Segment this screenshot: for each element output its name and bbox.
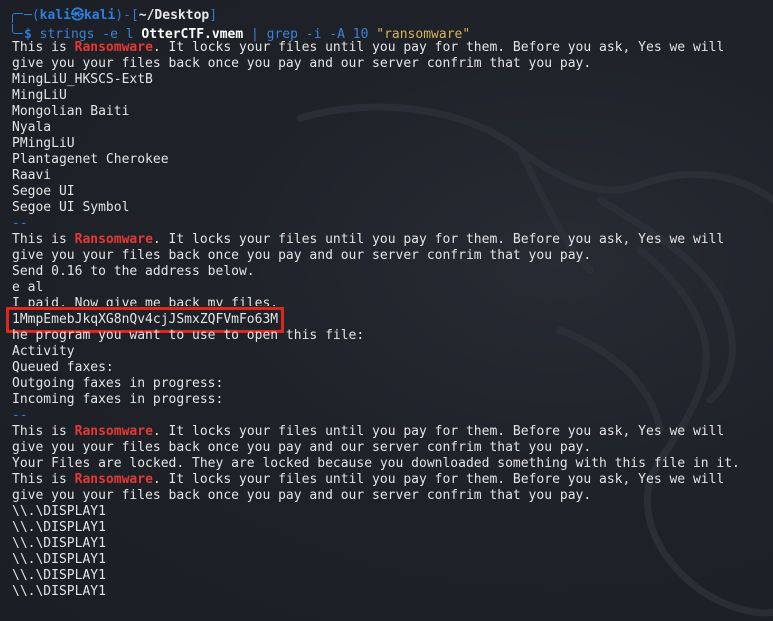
output-line: Activity: [12, 344, 75, 359]
match-separator: --: [12, 216, 28, 231]
ransomware-highlight: Ransomware: [74, 424, 153, 439]
output-line: Segoe UI Symbol: [12, 200, 130, 215]
output-line: Segoe UI: [12, 184, 75, 199]
output-line: \\.\DISPLAY1: [12, 552, 106, 567]
output-line: Your Files are locked. They are locked b…: [12, 456, 740, 471]
output-line: give you your files back once you pay an…: [12, 440, 592, 455]
output-line: \\.\DISPLAY1: [12, 520, 106, 535]
output-line: Queued faxes:: [12, 360, 114, 375]
output-line: MingLiU: [12, 88, 67, 103]
terminal-window[interactable]: ─(kali㉿kali)-[~/Desktop] $ strings -e l …: [0, 0, 773, 621]
output-line: \\.\DISPLAY1: [12, 584, 106, 599]
ransomware-highlight: Ransomware: [74, 472, 153, 487]
output-line: I paid, Now give me back my files.: [12, 296, 279, 306]
prompt-header: ─(kali㉿kali)-[~/Desktop]: [12, 8, 773, 24]
output-line: give you your files back once you pay an…: [12, 248, 592, 263]
output-line: Incoming faxes in progress:: [12, 392, 224, 407]
output-line: Send 0.16 to the address below.: [12, 264, 255, 279]
output-line: This is Ransomware. It locks your files …: [12, 232, 725, 247]
output-line: give you your files back once you pay an…: [12, 56, 592, 71]
output-line: \\.\DISPLAY1: [12, 504, 106, 519]
prompt-user: kali: [39, 8, 71, 23]
bitcoin-address-highlight-box[interactable]: 1MmpEmebJkqXG8nQv4cjJSmxZQFVmFo63M: [5, 307, 285, 333]
output-line: \\.\DISPLAY1: [12, 568, 106, 583]
command-line[interactable]: $ strings -e l OtterCTF.vmem | grep -i -…: [12, 24, 773, 42]
output-line: give you your files back once you pay an…: [12, 488, 592, 503]
output-line: Raavi: [12, 168, 52, 183]
output-line: PMingLiU: [12, 136, 75, 151]
ransomware-highlight: Ransomware: [74, 232, 153, 247]
output-line: Outgoing faxes in progress:: [12, 376, 224, 391]
output-line: e al: [12, 280, 44, 295]
prompt-path: ~/Desktop: [138, 8, 210, 23]
output-line: This is Ransomware. It locks your files …: [12, 472, 725, 487]
prompt-at-symbol: ㉿: [70, 8, 84, 23]
prompt-host: kali: [83, 8, 116, 23]
output-line: Nyala: [12, 120, 52, 135]
ransomware-highlight: Ransomware: [74, 40, 153, 55]
prompt-corner-bottom: [12, 24, 23, 34]
output-line: he program you want to use to open this …: [12, 328, 365, 343]
output-line: MingLiU_HKSCS-ExtB: [12, 72, 153, 87]
match-separator: --: [12, 408, 28, 423]
output-line: Plantagenet Cherokee: [12, 152, 169, 167]
bitcoin-address-line: 1MmpEmebJkqXG8nQv4cjJSmxZQFVmFo63M: [5, 307, 773, 333]
output-line: This is Ransomware. It locks your files …: [12, 40, 725, 55]
output-line: This is Ransomware. It locks your files …: [12, 424, 725, 439]
output-line: Mongolian Baiti: [12, 104, 130, 119]
prompt-corner-top: [12, 13, 23, 23]
output-line: \\.\DISPLAY1: [12, 536, 106, 551]
